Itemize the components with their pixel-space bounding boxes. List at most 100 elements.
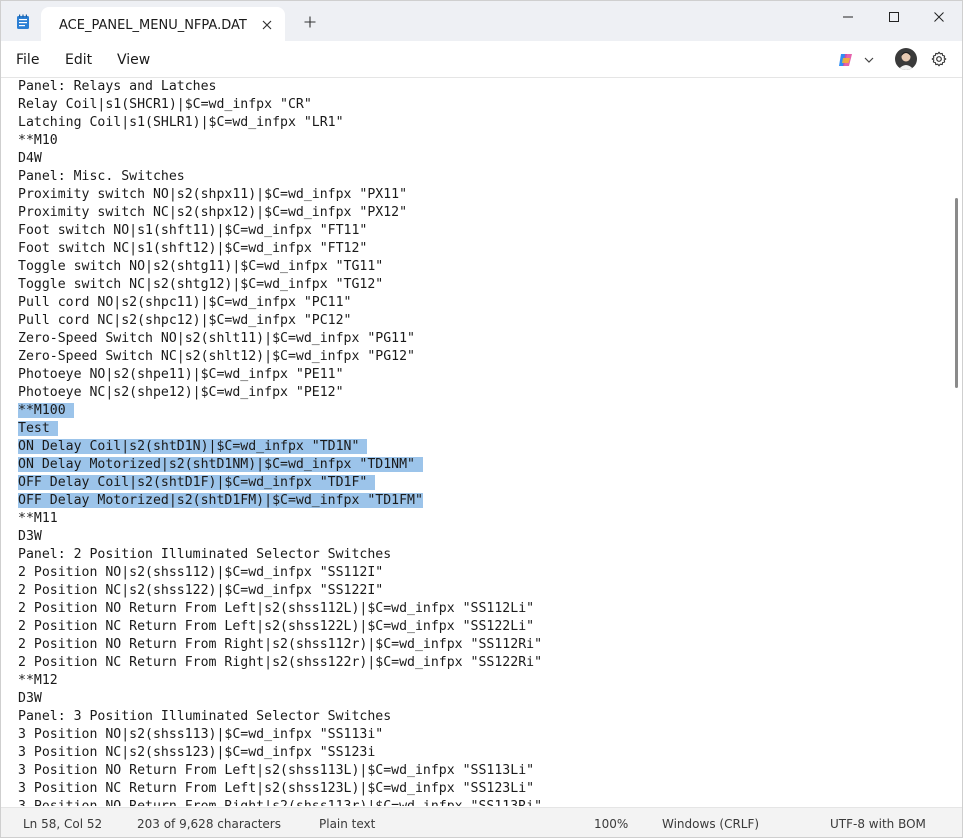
text-line-content: Proximity switch NC|s2(shpx12)|$C=wd_inf… (18, 205, 408, 220)
text-line: Foot switch NO|s1(shft11)|$C=wd_infpx "F… (18, 222, 542, 240)
text-line-content: Toggle switch NO|s2(shtg11)|$C=wd_infpx … (18, 259, 384, 274)
text-line: Panel: Relays and Latches (18, 78, 542, 96)
minimize-button[interactable] (825, 1, 871, 33)
status-cursor-position: Ln 58, Col 52 (23, 817, 103, 831)
text-line: Pull cord NC|s2(shpc12)|$C=wd_infpx "PC1… (18, 312, 542, 330)
text-line: 2 Position NC Return From Left|s2(shss12… (18, 618, 542, 636)
text-line: Pull cord NO|s2(shpc11)|$C=wd_infpx "PC1… (18, 294, 542, 312)
minimize-icon (843, 16, 853, 18)
status-format: Plain text (319, 817, 376, 831)
text-line-content: **M10 (18, 133, 58, 148)
editor-lines: Panel: Relays and Latches Relay Coil|s1(S… (18, 78, 542, 806)
text-line-content: D3W (18, 691, 42, 706)
text-line-content: Panel: Misc. Switches (18, 169, 185, 184)
text-line-content: Foot switch NO|s1(shft11)|$C=wd_infpx "F… (18, 223, 368, 238)
text-line: **M10 (18, 132, 542, 150)
text-line-content: Foot switch NC|s1(shft12)|$C=wd_infpx "F… (18, 241, 368, 256)
status-line-endings: Windows (CRLF) (662, 817, 760, 831)
menu-bar: File Edit View (1, 41, 962, 78)
text-line: 3 Position NO Return From Right|s2(shss1… (18, 798, 542, 806)
text-line-content: 3 Position NO Return From Left|s2(shss11… (18, 763, 535, 778)
text-line-content: D3W (18, 529, 42, 544)
chevron-down-icon (864, 57, 874, 63)
text-line: Toggle switch NC|s2(shtg12)|$C=wd_infpx … (18, 276, 542, 294)
text-line-content: Relay Coil|s1(SHCR1)|$C=wd_infpx "CR" (18, 97, 312, 112)
new-tab-button[interactable] (297, 9, 323, 35)
avatar[interactable] (895, 48, 917, 70)
vertical-scrollbar[interactable] (955, 198, 958, 388)
text-line: Proximity switch NC|s2(shpx12)|$C=wd_inf… (18, 204, 542, 222)
close-window-button[interactable] (916, 1, 962, 33)
text-line-content: OFF Delay Motorized|s2(shtD1FM)|$C=wd_in… (18, 493, 423, 508)
text-line-content: D4W (18, 151, 42, 166)
text-line: Test (18, 420, 542, 438)
text-line-content: 2 Position NO Return From Right|s2(shss1… (18, 637, 543, 652)
plus-icon (304, 16, 316, 28)
copilot-icon (839, 54, 852, 66)
text-line-content: 3 Position NO|s2(shss113)|$C=wd_infpx "S… (18, 727, 384, 742)
text-line: 2 Position NC Return From Right|s2(shss1… (18, 654, 542, 672)
text-line-content: 3 Position NO Return From Right|s2(shss1… (18, 799, 542, 806)
gear-icon (931, 51, 947, 67)
close-icon (934, 12, 944, 22)
menu-view[interactable]: View (117, 52, 150, 68)
text-line: ON Delay Motorized|s2(shtD1NM)|$C=wd_inf… (18, 456, 542, 474)
text-line-content: Latching Coil|s1(SHLR1)|$C=wd_infpx "LR1… (18, 115, 344, 130)
text-line-content: Photoeye NO|s2(shpe11)|$C=wd_infpx "PE11… (18, 367, 344, 382)
text-line: Photoeye NC|s2(shpe12)|$C=wd_infpx "PE12… (18, 384, 542, 402)
text-line: **M11 (18, 510, 542, 528)
text-line: 2 Position NC|s2(shss122)|$C=wd_infpx "S… (18, 582, 542, 600)
text-line-content: 2 Position NC Return From Right|s2(shss1… (18, 655, 543, 670)
text-line-content: ON Delay Motorized|s2(shtD1NM)|$C=wd_inf… (18, 457, 423, 472)
text-line-content: Toggle switch NC|s2(shtg12)|$C=wd_infpx … (18, 277, 384, 292)
text-line-content: Test (18, 421, 58, 436)
text-editor[interactable]: Panel: Relays and Latches Relay Coil|s1(S… (1, 78, 962, 806)
text-line-content: **M12 (18, 673, 58, 688)
text-line-content: ON Delay Coil|s2(shtD1N)|$C=wd_infpx "TD… (18, 439, 368, 454)
text-line: 3 Position NO|s2(shss113)|$C=wd_infpx "S… (18, 726, 542, 744)
text-line: Panel: 3 Position Illuminated Selector S… (18, 708, 542, 726)
text-line: 2 Position NO Return From Left|s2(shss11… (18, 600, 542, 618)
text-line: 3 Position NC|s2(shss123)|$C=wd_infpx "S… (18, 744, 542, 762)
text-line-content: 2 Position NO Return From Left|s2(shss11… (18, 601, 535, 616)
menu-edit[interactable]: Edit (65, 52, 92, 68)
text-line: **M12 (18, 672, 542, 690)
text-line-content: 3 Position NC|s2(shss123)|$C=wd_infpx "S… (18, 745, 376, 760)
text-line: Relay Coil|s1(SHCR1)|$C=wd_infpx "CR" (18, 96, 542, 114)
text-line-content: 2 Position NC Return From Left|s2(shss12… (18, 619, 535, 634)
text-line: **M100 (18, 402, 542, 420)
text-line: Proximity switch NO|s2(shpx11)|$C=wd_inf… (18, 186, 542, 204)
tab-document[interactable]: ACE_PANEL_MENU_NFPA.DAT (41, 7, 285, 41)
text-line: Foot switch NC|s1(shft12)|$C=wd_infpx "F… (18, 240, 542, 258)
status-bar: Ln 58, Col 52 203 of 9,628 characters Pl… (1, 807, 962, 837)
text-line: D3W (18, 528, 542, 546)
menu-file[interactable]: File (16, 52, 39, 68)
text-line: 3 Position NC Return From Left|s2(shss12… (18, 780, 542, 798)
status-character-count: 203 of 9,628 characters (137, 817, 281, 831)
text-line: D4W (18, 150, 542, 168)
text-line: Latching Coil|s1(SHLR1)|$C=wd_infpx "LR1… (18, 114, 542, 132)
text-line: ON Delay Coil|s2(shtD1N)|$C=wd_infpx "TD… (18, 438, 542, 456)
close-tab-button[interactable] (256, 14, 278, 36)
text-line-content: 2 Position NC|s2(shss122)|$C=wd_infpx "S… (18, 583, 384, 598)
text-line-content: Panel: 2 Position Illuminated Selector S… (18, 547, 392, 562)
settings-button[interactable] (929, 49, 949, 69)
maximize-button[interactable] (871, 1, 917, 33)
text-line: 3 Position NO Return From Left|s2(shss11… (18, 762, 542, 780)
text-line-content: **M100 (18, 403, 74, 418)
maximize-icon (889, 12, 899, 22)
copilot-button[interactable] (837, 50, 877, 70)
text-line-content: Panel: Relays and Latches (18, 79, 217, 94)
status-zoom[interactable]: 100% (594, 817, 628, 831)
text-line: OFF Delay Motorized|s2(shtD1FM)|$C=wd_in… (18, 492, 542, 510)
text-line-content: Pull cord NC|s2(shpc12)|$C=wd_infpx "PC1… (18, 313, 352, 328)
text-line-content: OFF Delay Coil|s2(shtD1F)|$C=wd_infpx "T… (18, 475, 376, 490)
text-line: 2 Position NO|s2(shss112)|$C=wd_infpx "S… (18, 564, 542, 582)
text-line-content: **M11 (18, 511, 58, 526)
notepad-icon (15, 14, 31, 30)
text-line-content: Pull cord NO|s2(shpc11)|$C=wd_infpx "PC1… (18, 295, 352, 310)
text-line: Toggle switch NO|s2(shtg11)|$C=wd_infpx … (18, 258, 542, 276)
title-bar: ACE_PANEL_MENU_NFPA.DAT (1, 1, 962, 41)
text-line-content: Photoeye NC|s2(shpe12)|$C=wd_infpx "PE12… (18, 385, 344, 400)
text-line: Panel: 2 Position Illuminated Selector S… (18, 546, 542, 564)
